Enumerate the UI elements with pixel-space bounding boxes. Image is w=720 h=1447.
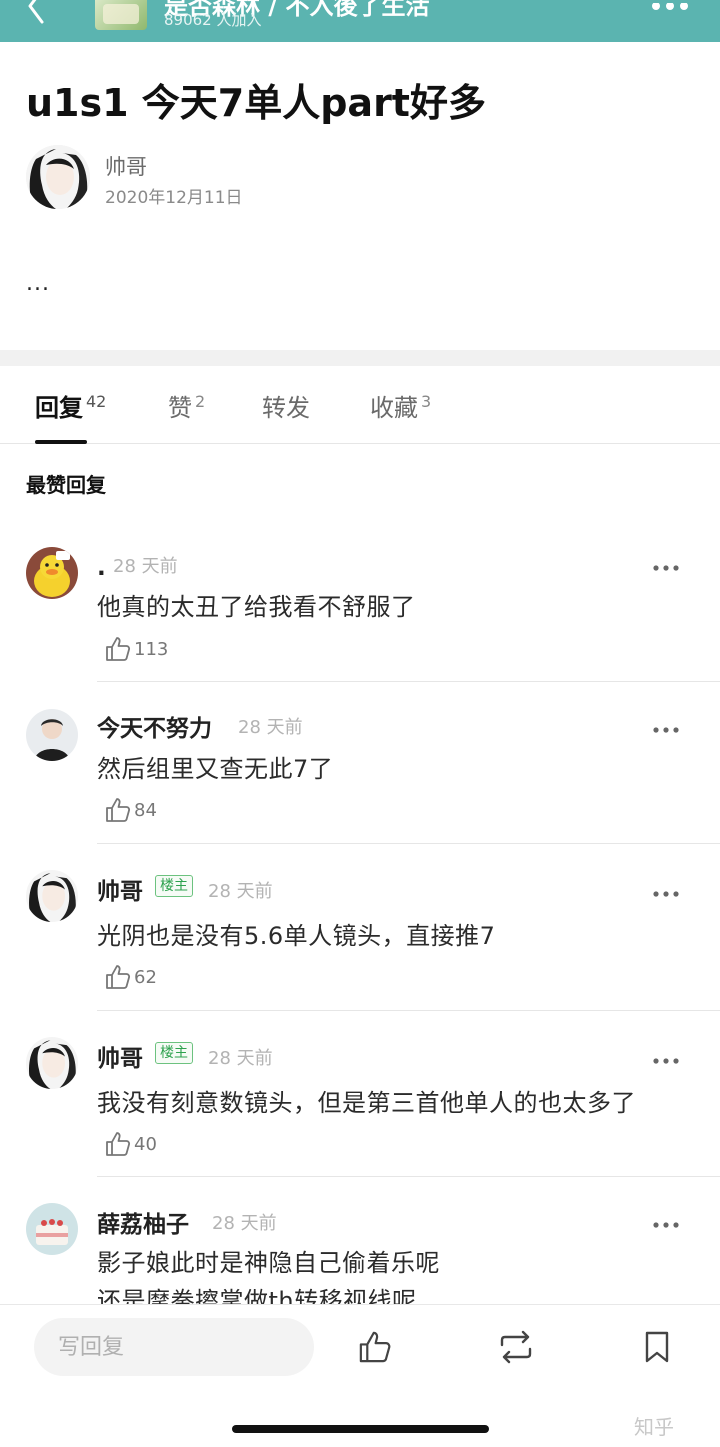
more-options-button[interactable] <box>650 0 690 12</box>
section-title: 最赞回复 <box>26 473 106 497</box>
comment-like-button[interactable]: 84 <box>104 796 157 824</box>
commenter-avatar[interactable] <box>26 709 78 761</box>
comment-more-button[interactable] <box>652 1050 680 1064</box>
thumbs-up-icon <box>106 637 131 661</box>
repost-icon <box>500 1330 532 1364</box>
bookmark-icon <box>645 1331 669 1363</box>
thumbs-up-icon <box>106 1132 131 1156</box>
more-dots-icon <box>653 1222 679 1228</box>
post-tabs: 回复 42 赞2 转发 收藏 3 <box>0 366 720 444</box>
comment-time: 28 天前 <box>113 556 178 577</box>
commenter-avatar[interactable] <box>26 870 78 922</box>
group-avatar[interactable] <box>95 0 147 30</box>
back-button[interactable] <box>22 0 52 30</box>
comment-like-button[interactable]: 62 <box>104 963 157 991</box>
thumbs-up-icon <box>359 1331 391 1363</box>
comment-divider <box>97 1176 720 1177</box>
more-dots-icon <box>653 565 679 571</box>
more-dots-icon <box>653 891 679 897</box>
thumbs-up-icon <box>106 965 131 989</box>
commenter-name[interactable]: . <box>97 555 106 581</box>
comment-more-button[interactable] <box>652 557 680 571</box>
avatar-portrait-icon <box>26 1037 78 1089</box>
group-member-count: 89062 人加入 <box>164 11 262 29</box>
tab-reposts[interactable]: 转发 <box>262 388 310 423</box>
comment-like-button[interactable]: 113 <box>104 635 168 663</box>
tab-count: 2 <box>195 392 206 411</box>
tab-label: 转发 <box>262 394 310 422</box>
avatar-portrait-icon <box>26 870 78 922</box>
comment-more-button[interactable] <box>652 883 680 897</box>
reply-input[interactable] <box>34 1318 314 1376</box>
commenter-avatar[interactable] <box>26 547 78 599</box>
like-count: 40 <box>134 1133 157 1155</box>
active-tab-indicator <box>35 440 87 444</box>
comment-text-line: 影子娘此时是神隐自己偷着乐呢 <box>97 1249 440 1277</box>
like-count: 62 <box>134 966 157 988</box>
comment-text: 然后组里又查无此7了 <box>97 755 334 783</box>
comment-time: 28 天前 <box>208 1048 273 1069</box>
op-badge: 楼主 <box>155 1042 193 1064</box>
comment-text: 我没有刻意数镜头，但是第三首他单人的也太多了 <box>97 1089 636 1117</box>
commenter-name[interactable]: 帅哥 <box>97 1039 143 1073</box>
tab-likes[interactable]: 赞2 <box>168 388 205 423</box>
comment-time: 28 天前 <box>212 1213 277 1234</box>
thumbs-up-icon <box>106 798 131 822</box>
tab-label: 收藏 <box>370 394 418 422</box>
author-name[interactable]: 帅哥 <box>105 151 147 181</box>
tab-favorites[interactable]: 收藏 3 <box>370 388 431 423</box>
like-post-button[interactable] <box>355 1327 395 1367</box>
post-date: 2020年12月11日 <box>105 188 243 208</box>
section-divider <box>0 350 720 366</box>
more-dots-icon <box>652 2 688 10</box>
comment-text: 光阴也是没有5.6单人镜头，直接推7 <box>97 922 496 950</box>
more-dots-icon <box>653 727 679 733</box>
avatar-portrait-icon <box>26 145 90 209</box>
comment-divider <box>97 681 720 682</box>
home-indicator[interactable] <box>232 1425 489 1433</box>
duck-avatar-icon <box>26 547 78 599</box>
like-count: 113 <box>134 638 169 660</box>
comment-divider <box>97 843 720 844</box>
commenter-name[interactable]: 今天不努力 <box>97 709 212 743</box>
comment-time: 28 天前 <box>238 717 303 738</box>
commenter-name[interactable]: 帅哥 <box>97 872 143 906</box>
tab-label: 回复 <box>35 394 83 422</box>
post-body: ... <box>26 271 50 296</box>
tab-label: 赞 <box>168 394 192 422</box>
author-avatar[interactable] <box>26 145 90 209</box>
tab-count: 3 <box>421 392 432 411</box>
person-avatar-icon <box>26 709 78 761</box>
commenter-name[interactable]: 薛荔柚子 <box>97 1205 189 1239</box>
op-badge: 楼主 <box>155 875 193 897</box>
comment-text: 他真的太丑了给我看不舒服了 <box>97 593 416 621</box>
tab-replies[interactable]: 回复 42 <box>35 388 106 423</box>
chevron-left-icon <box>28 0 44 24</box>
cake-avatar-icon <box>26 1203 78 1255</box>
more-dots-icon <box>653 1058 679 1064</box>
commenter-avatar[interactable] <box>26 1203 78 1255</box>
zhihu-watermark: 知乎 <box>634 1415 674 1439</box>
group-header: 是否森林 / 不入後了生活 89062 人加入 <box>0 0 720 42</box>
bookmark-button[interactable] <box>637 1327 677 1367</box>
comment-like-button[interactable]: 40 <box>104 1130 157 1158</box>
commenter-avatar[interactable] <box>26 1037 78 1089</box>
comment-more-button[interactable] <box>652 1214 680 1228</box>
like-count: 84 <box>134 799 157 821</box>
comment-time: 28 天前 <box>208 881 273 902</box>
post-title: u1s1 今天7单人part好多 <box>26 81 486 125</box>
comment-divider <box>97 1010 720 1011</box>
tab-count: 42 <box>86 392 107 411</box>
comment-more-button[interactable] <box>652 719 680 733</box>
bottom-action-bar: 知乎 <box>0 1304 720 1447</box>
repost-button[interactable] <box>496 1327 536 1367</box>
